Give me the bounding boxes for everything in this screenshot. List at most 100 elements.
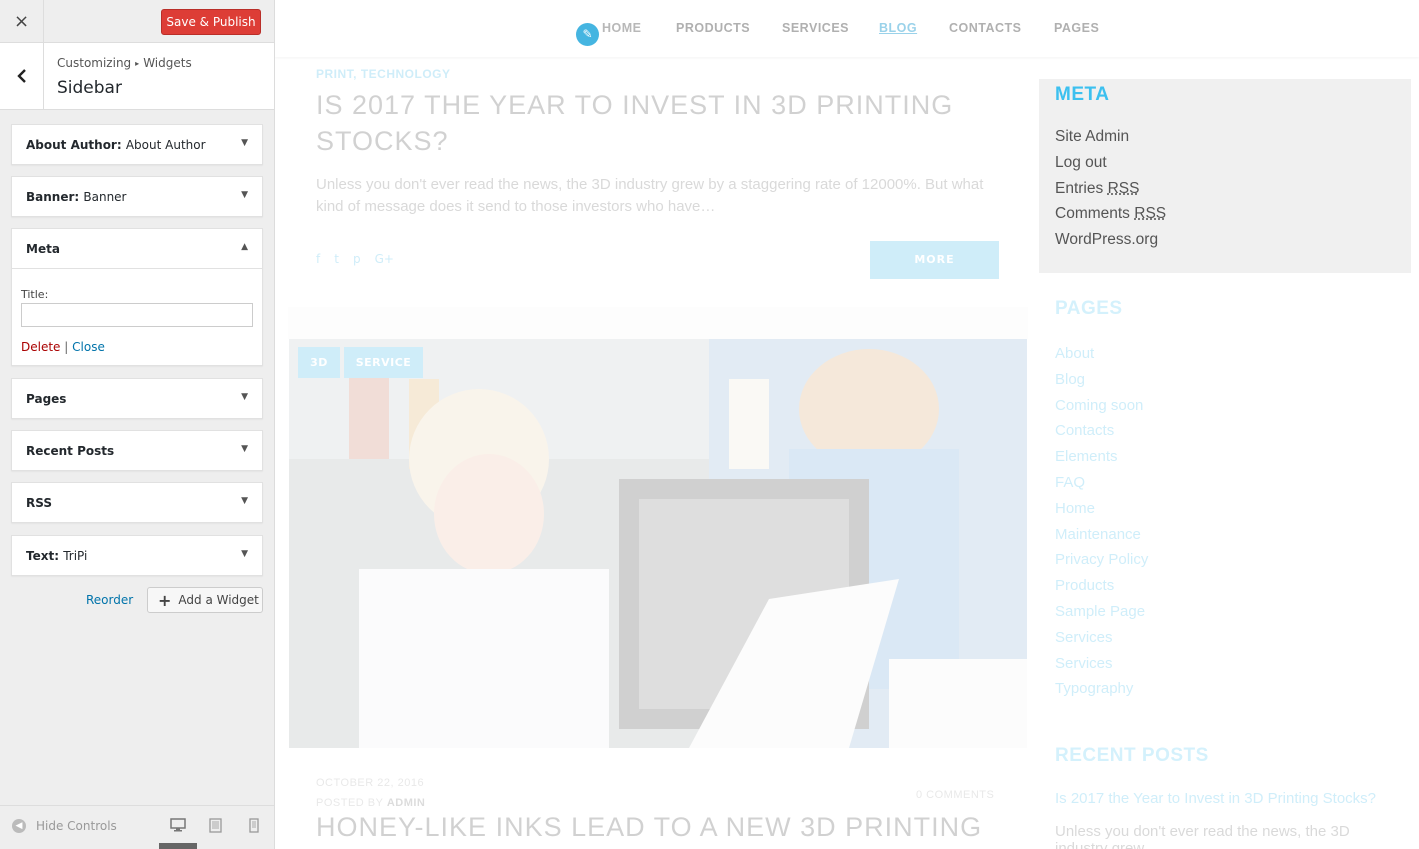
expand-arrow-icon[interactable]: ▼ xyxy=(241,444,248,454)
rss-abbr: RSS xyxy=(1134,205,1167,222)
delete-link[interactable]: Delete xyxy=(21,340,60,354)
customizer-footer: ◀ Hide Controls xyxy=(0,805,274,849)
widget-meta-header[interactable]: Meta ▲ xyxy=(12,229,262,269)
tablet-icon[interactable] xyxy=(209,818,222,837)
nav-products[interactable]: PRODUCTS xyxy=(676,21,750,35)
page-link[interactable]: Contacts xyxy=(1055,418,1148,444)
actions-separator: | xyxy=(64,340,69,354)
breadcrumb-root: Customizing xyxy=(57,56,132,70)
post-tag[interactable]: SERVICE xyxy=(344,347,423,378)
customizer-header: × Save & Publish xyxy=(0,0,274,43)
widget-recent-posts[interactable]: Recent Posts ▼ xyxy=(11,430,263,471)
nav-pages[interactable]: PAGES xyxy=(1054,21,1099,35)
log-out-link[interactable]: Log out xyxy=(1055,154,1107,172)
page-link[interactable]: Privacy Policy xyxy=(1055,547,1148,573)
expand-arrow-icon[interactable]: ▼ xyxy=(241,549,248,559)
section-header: Customizing ▸ Widgets Sidebar xyxy=(0,43,274,110)
widget-type: RSS xyxy=(26,496,52,510)
page-link[interactable]: Services xyxy=(1055,625,1148,651)
widget-actions: Delete | Close xyxy=(21,340,105,354)
page-link[interactable]: Services xyxy=(1055,651,1148,677)
reorder-link[interactable]: Reorder xyxy=(86,593,133,607)
site-preview: ✎ HOME PRODUCTS SERVICES BLOG CONTACTS P… xyxy=(275,0,1419,849)
add-widget-label: Add a Widget xyxy=(178,593,259,607)
post-title[interactable]: IS 2017 THE YEAR TO INVEST IN 3D PRINTIN… xyxy=(316,87,996,159)
page-link[interactable]: Products xyxy=(1055,573,1148,599)
widget-about-author[interactable]: About Author: About Author ▼ xyxy=(11,124,263,165)
plus-icon: + xyxy=(158,590,172,610)
expand-arrow-icon[interactable]: ▼ xyxy=(241,190,248,200)
breadcrumb-child: Widgets xyxy=(143,56,192,70)
page-link[interactable]: Blog xyxy=(1055,367,1148,393)
close-icon[interactable]: × xyxy=(0,0,44,42)
wordpress-org-link[interactable]: WordPress.org xyxy=(1055,231,1158,249)
expand-arrow-icon[interactable]: ▼ xyxy=(241,392,248,402)
comments-rss-link[interactable]: Comments RSS xyxy=(1055,205,1166,223)
widget-pages[interactable]: Pages ▼ xyxy=(11,378,263,419)
hide-controls-label: Hide Controls xyxy=(36,819,117,833)
widget-type: Meta xyxy=(26,242,60,256)
nav-blog[interactable]: BLOG xyxy=(879,21,917,35)
section-title: Sidebar xyxy=(57,78,122,98)
save-publish-button[interactable]: Save & Publish xyxy=(161,9,261,35)
page-link[interactable]: About xyxy=(1055,341,1148,367)
facebook-icon[interactable]: f xyxy=(316,252,320,266)
nav-services[interactable]: SERVICES xyxy=(782,21,849,35)
close-link[interactable]: Close xyxy=(72,340,105,354)
page-link[interactable]: Coming soon xyxy=(1055,393,1148,419)
widget-meta-expanded: Meta ▲ Title: Delete | Close xyxy=(11,228,263,366)
widget-title: Banner xyxy=(83,190,127,204)
nav-contacts[interactable]: CONTACTS xyxy=(949,21,1022,35)
post-comments-count[interactable]: 0 COMMENTS xyxy=(916,789,994,801)
collapse-arrow-icon[interactable]: ▲ xyxy=(241,242,248,252)
expand-arrow-icon[interactable]: ▼ xyxy=(241,496,248,506)
twitter-icon[interactable]: t xyxy=(334,252,339,266)
printing-workshop-photo xyxy=(289,339,1027,748)
post-meta: OCTOBER 22, 2016 POSTED BY ADMIN xyxy=(316,773,425,813)
entries-rss-link[interactable]: Entries RSS xyxy=(1055,180,1139,198)
widget-text[interactable]: Text: TriPi ▼ xyxy=(11,535,263,576)
google-plus-icon[interactable]: G+ xyxy=(375,252,394,266)
site-admin-link[interactable]: Site Admin xyxy=(1055,128,1129,146)
post-author[interactable]: ADMIN xyxy=(387,797,426,809)
post-title[interactable]: HONEY-LIKE INKS LEAD TO A NEW 3D PRINTIN… xyxy=(316,812,982,843)
page-link[interactable]: Sample Page xyxy=(1055,599,1148,625)
add-widget-button[interactable]: + Add a Widget xyxy=(147,587,263,613)
post-featured-image[interactable]: 3D SERVICE xyxy=(289,339,1027,748)
widget-title: About Author xyxy=(125,138,206,152)
meta-widget: META Site Admin Log out Entries RSS Comm… xyxy=(1039,79,1411,273)
recent-post-link[interactable]: Is 2017 the Year to Invest in 3D Printin… xyxy=(1055,790,1376,807)
page-link[interactable]: FAQ xyxy=(1055,470,1148,496)
post-categories[interactable]: PRINT, TECHNOLOGY xyxy=(316,67,451,81)
customizer-panel: × Save & Publish Customizing ▸ Widgets Sid… xyxy=(0,0,275,849)
main-navigation: ✎ HOME PRODUCTS SERVICES BLOG CONTACTS P… xyxy=(275,0,1419,57)
widget-label: Text: TriPi xyxy=(26,549,87,563)
desktop-icon[interactable] xyxy=(170,818,186,836)
page-link[interactable]: Elements xyxy=(1055,444,1148,470)
nav-home[interactable]: HOME xyxy=(602,21,642,35)
title-field[interactable] xyxy=(21,303,253,327)
entries-label: Entries xyxy=(1055,180,1104,197)
hide-controls-icon: ◀ xyxy=(12,819,26,833)
post-date: OCTOBER 22, 2016 xyxy=(316,777,425,789)
widget-rss[interactable]: RSS ▼ xyxy=(11,482,263,523)
widget-type: About Author: xyxy=(26,138,122,152)
page-link[interactable]: Home xyxy=(1055,496,1148,522)
pinterest-icon[interactable]: p xyxy=(353,252,361,266)
back-arrow-icon[interactable] xyxy=(0,43,44,109)
pages-list: About Blog Coming soon Contacts Elements… xyxy=(1055,341,1148,702)
expand-arrow-icon[interactable]: ▼ xyxy=(241,138,248,148)
page-link[interactable]: Typography xyxy=(1055,676,1148,702)
breadcrumb-separator-icon: ▸ xyxy=(135,59,140,68)
widget-label: About Author: About Author xyxy=(26,138,206,152)
comments-label: Comments xyxy=(1055,205,1130,222)
mobile-icon[interactable] xyxy=(249,818,259,837)
widget-heading: PAGES xyxy=(1055,298,1123,319)
page-link[interactable]: Maintenance xyxy=(1055,522,1148,548)
widget-banner[interactable]: Banner: Banner ▼ xyxy=(11,176,263,217)
hide-controls-button[interactable]: ◀ Hide Controls xyxy=(12,819,117,833)
edit-shortcut-pencil-icon[interactable]: ✎ xyxy=(576,23,599,46)
recent-post-excerpt: Unless you don't ever read the news, the… xyxy=(1055,823,1350,849)
post-tag[interactable]: 3D xyxy=(298,347,340,378)
more-button[interactable]: MORE xyxy=(870,241,999,279)
